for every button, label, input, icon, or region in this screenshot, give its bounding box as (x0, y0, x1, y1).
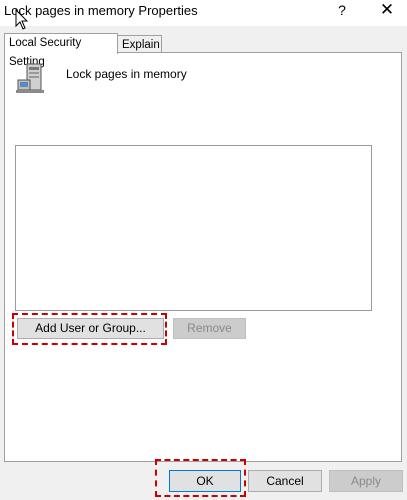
title-bar: Lock pages in memory Properties ? ✕ (0, 0, 407, 26)
ok-button[interactable]: OK (169, 470, 241, 492)
tab-explain[interactable]: Explain (117, 35, 162, 53)
window-title: Lock pages in memory Properties (4, 3, 198, 18)
cancel-button[interactable]: Cancel (248, 470, 322, 492)
add-user-or-group-button[interactable]: Add User or Group... (17, 318, 164, 339)
mouse-cursor-icon (15, 9, 29, 30)
close-button[interactable]: ✕ (370, 0, 404, 22)
policy-name: Lock pages in memory (66, 67, 187, 81)
remove-button[interactable]: Remove (173, 318, 246, 339)
server-computer-icon (16, 63, 44, 93)
apply-button[interactable]: Apply (329, 470, 403, 492)
help-button[interactable]: ? (325, 0, 359, 22)
tab-local-security-setting[interactable]: Local Security Setting (4, 33, 118, 68)
members-list[interactable] (15, 145, 372, 311)
